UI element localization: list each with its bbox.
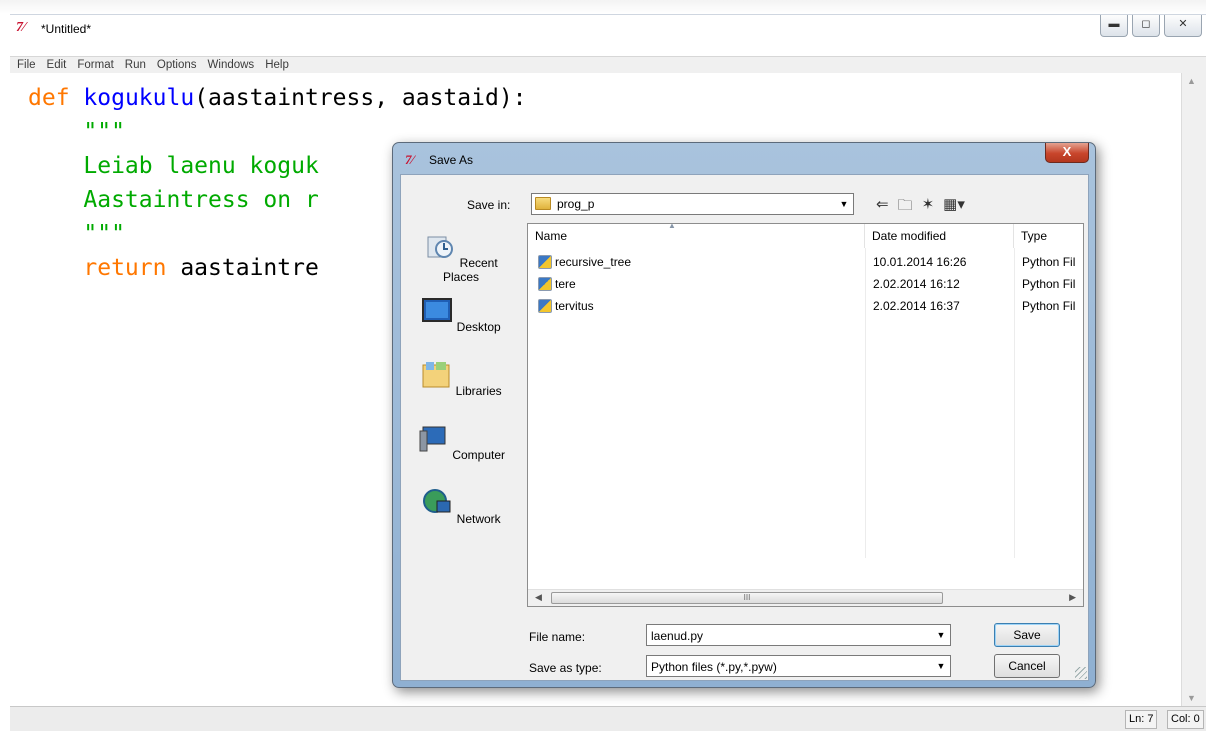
maximize-button[interactable]: ◻ bbox=[1132, 15, 1160, 37]
column-header-type[interactable]: Type bbox=[1014, 224, 1085, 248]
file-date: 2.02.2014 16:37 bbox=[873, 299, 960, 313]
file-row[interactable]: tervitus 2.02.2014 16:37 Python Fil bbox=[528, 295, 1085, 317]
file-name-label: File name: bbox=[529, 630, 586, 644]
function-params: (aastaintress, aastaid): bbox=[194, 85, 527, 111]
python-file-icon bbox=[538, 277, 552, 291]
place-libraries[interactable]: Libraries bbox=[411, 359, 511, 398]
python-file-icon bbox=[538, 255, 552, 269]
menu-run[interactable]: Run bbox=[125, 59, 146, 71]
file-date: 2.02.2014 16:12 bbox=[873, 277, 960, 291]
chevron-down-icon[interactable]: ▼ bbox=[933, 657, 949, 675]
new-folder-icon[interactable]: ✶ bbox=[922, 195, 935, 220]
libraries-icon bbox=[422, 362, 450, 388]
menu-format[interactable]: Format bbox=[77, 59, 113, 71]
place-recent-places[interactable]: Recent Places bbox=[411, 231, 511, 284]
up-folder-icon[interactable]: 🗀 bbox=[898, 195, 913, 220]
file-name: tere bbox=[555, 277, 576, 291]
close-button[interactable]: ✕ bbox=[1164, 15, 1202, 37]
save-as-type-label: Save as type: bbox=[529, 661, 602, 675]
file-type: Python Fil bbox=[1022, 277, 1076, 291]
save-in-combo[interactable]: prog_p ▼ bbox=[531, 193, 854, 215]
recent-places-icon bbox=[427, 236, 454, 258]
file-type: Python Fil bbox=[1022, 299, 1076, 313]
network-icon bbox=[423, 489, 451, 513]
idle-editor-window: 7⁄ *Untitled* ▬ ◻ ✕ File Edit Format Run… bbox=[0, 0, 1206, 731]
keyword-return: return bbox=[83, 255, 167, 281]
navigation-toolbar: ⇐ 🗀 ✶ ▦▾ bbox=[876, 195, 965, 220]
scroll-down-arrow-icon[interactable]: ▼ bbox=[1187, 693, 1196, 703]
menu-edit[interactable]: Edit bbox=[47, 59, 67, 71]
place-computer[interactable]: Computer bbox=[411, 423, 511, 462]
file-list-horizontal-scrollbar[interactable]: ◀ III ▶ bbox=[528, 589, 1083, 606]
menu-windows[interactable]: Windows bbox=[208, 59, 255, 71]
minimize-button[interactable]: ▬ bbox=[1100, 15, 1128, 37]
desktop-icon bbox=[422, 298, 453, 322]
save-as-type-select[interactable]: Python files (*.py,*.pyw) ▼ bbox=[646, 655, 951, 677]
save-button[interactable]: Save bbox=[994, 623, 1060, 647]
menu-file[interactable]: File bbox=[17, 59, 36, 71]
tk-feather-icon: 7⁄ bbox=[16, 20, 26, 35]
resize-grip-icon[interactable] bbox=[1075, 667, 1087, 679]
file-name: tervitus bbox=[555, 299, 594, 313]
chevron-down-icon[interactable]: ▼ bbox=[836, 195, 852, 213]
file-name-input[interactable]: laenud.py ▼ bbox=[646, 624, 951, 646]
view-menu-icon[interactable]: ▦▾ bbox=[943, 195, 965, 220]
menu-bar: File Edit Format Run Options Windows Hel… bbox=[10, 56, 1206, 73]
place-desktop[interactable]: Desktop bbox=[411, 295, 511, 334]
keyword-def: def bbox=[28, 85, 70, 111]
back-arrow-icon[interactable]: ⇐ bbox=[876, 195, 889, 220]
scroll-right-arrow-icon[interactable]: ▶ bbox=[1069, 592, 1076, 603]
file-type: Python Fil bbox=[1022, 255, 1076, 269]
save-as-dialog: 7⁄ Save As X Save in: prog_p ▼ ⇐ 🗀 ✶ ▦▾ … bbox=[392, 142, 1096, 688]
column-indicator: Col: 0 bbox=[1167, 710, 1204, 729]
file-row[interactable]: tere 2.02.2014 16:12 Python Fil bbox=[528, 273, 1085, 295]
chevron-down-icon[interactable]: ▼ bbox=[933, 626, 949, 644]
editor-vertical-scrollbar[interactable]: ▲ ▼ bbox=[1181, 73, 1206, 706]
file-list[interactable]: Name ▲ Date modified Type recursive_tree … bbox=[527, 221, 1085, 607]
scroll-left-arrow-icon[interactable]: ◀ bbox=[535, 592, 542, 603]
column-header-name[interactable]: Name ▲ bbox=[528, 221, 865, 248]
cancel-button[interactable]: Cancel bbox=[994, 654, 1060, 678]
line-indicator: Ln: 7 bbox=[1125, 710, 1158, 729]
title-bar: 7⁄ *Untitled* ▬ ◻ ✕ bbox=[10, 14, 1206, 41]
scrollbar-thumb[interactable]: III bbox=[551, 592, 943, 604]
dialog-title: Save As bbox=[429, 153, 474, 167]
menu-options[interactable]: Options bbox=[157, 59, 197, 71]
save-in-value: prog_p bbox=[557, 197, 595, 211]
menu-help[interactable]: Help bbox=[265, 59, 289, 71]
file-name: recursive_tree bbox=[555, 255, 632, 269]
computer-icon bbox=[419, 426, 446, 452]
desktop-strip bbox=[0, 0, 1206, 14]
python-file-icon bbox=[538, 299, 552, 313]
folder-icon bbox=[535, 197, 551, 210]
file-row[interactable]: recursive_tree 10.01.2014 16:26 Python F… bbox=[528, 251, 1085, 273]
code-line-1: def kogukulu(aastaintress, aastaid): bbox=[28, 81, 1181, 115]
place-network[interactable]: Network bbox=[411, 487, 511, 526]
function-name: kogukulu bbox=[83, 85, 195, 111]
save-as-type-value: Python files (*.py,*.pyw) bbox=[651, 660, 777, 674]
dialog-close-button[interactable]: X bbox=[1045, 143, 1089, 163]
column-header-date[interactable]: Date modified bbox=[865, 224, 1014, 248]
file-name-value: laenud.py bbox=[651, 629, 704, 643]
places-bar: Recent Places Desktop Libraries Computer… bbox=[411, 223, 521, 607]
window-title: *Untitled* bbox=[41, 22, 92, 36]
status-bar: Ln: 7 Col: 0 bbox=[10, 706, 1206, 731]
scroll-up-arrow-icon[interactable]: ▲ bbox=[1187, 76, 1196, 86]
save-in-label: Save in: bbox=[467, 198, 511, 212]
sort-arrow-icon: ▲ bbox=[668, 221, 676, 230]
file-date: 10.01.2014 16:26 bbox=[873, 255, 967, 269]
tk-feather-icon: 7⁄ bbox=[405, 152, 414, 167]
dialog-body: Save in: prog_p ▼ ⇐ 🗀 ✶ ▦▾ Recent Places bbox=[400, 174, 1089, 681]
